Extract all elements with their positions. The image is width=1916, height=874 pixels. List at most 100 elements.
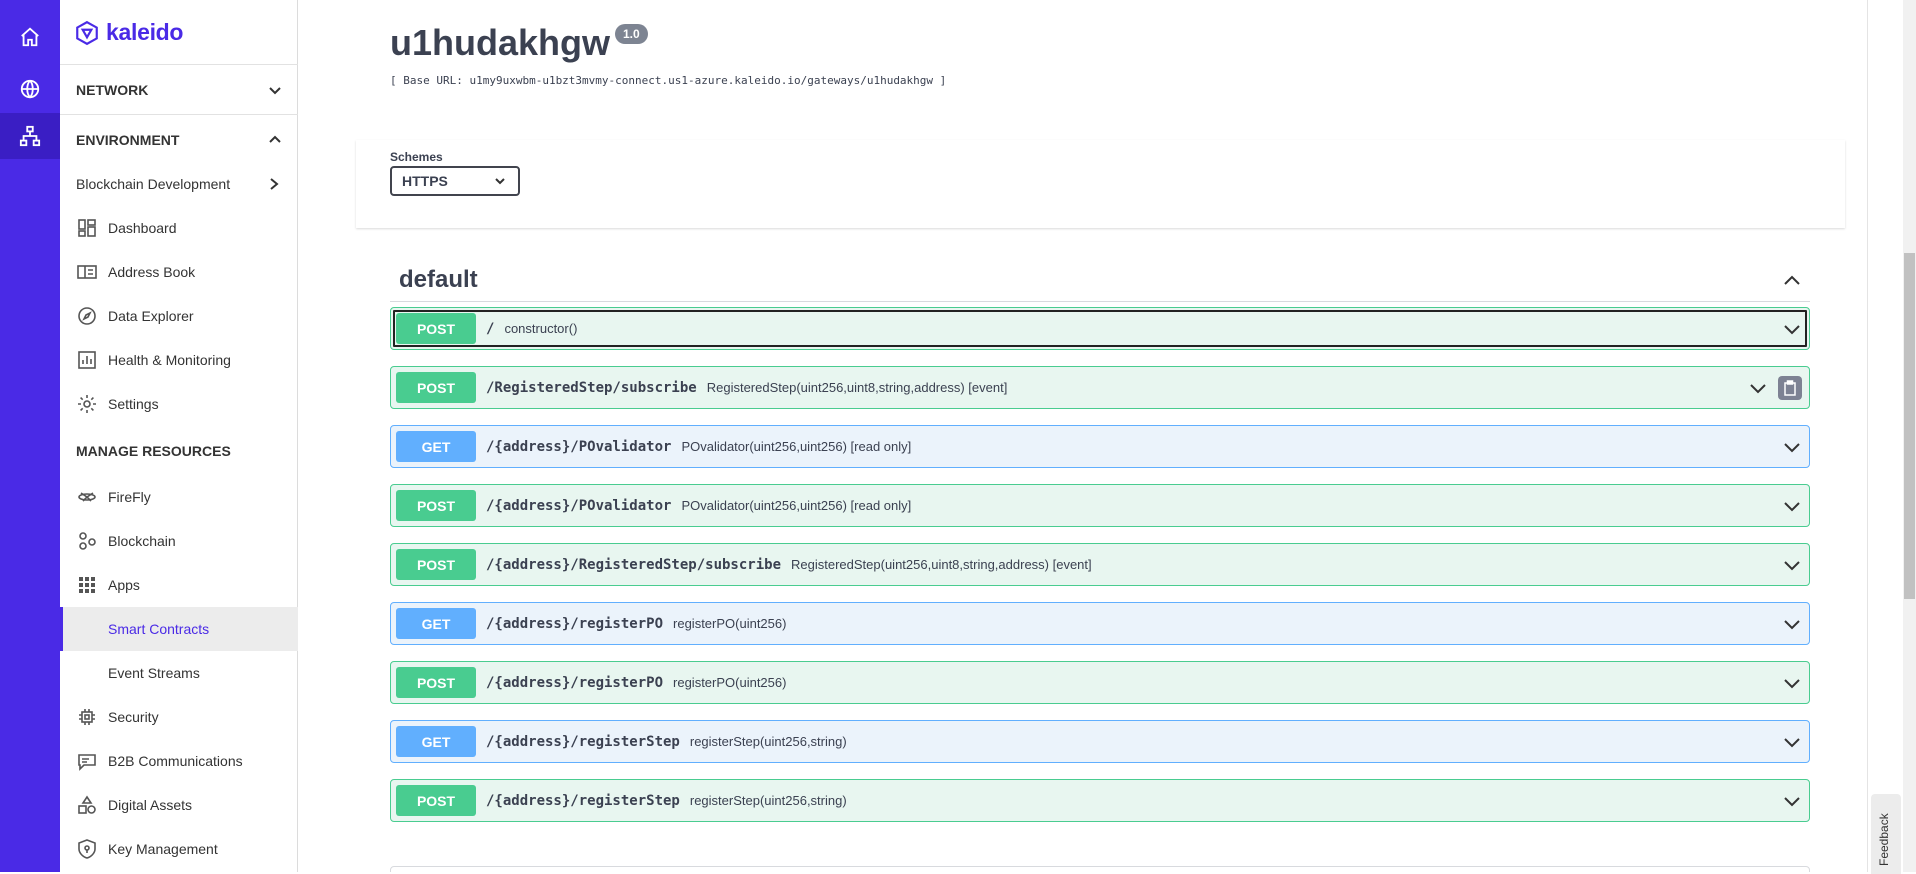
- schemes-label: Schemes: [390, 150, 443, 164]
- chevron-down-icon[interactable]: [1782, 673, 1802, 693]
- operation-summary: registerPO(uint256): [673, 675, 787, 690]
- chevron-down-icon[interactable]: [1782, 555, 1802, 575]
- chevron-down-icon[interactable]: [1782, 791, 1802, 811]
- base-url: [ Base URL: u1my9uxwbm-u1bzt3mvmy-connec…: [390, 74, 947, 87]
- sidebar-item-apps[interactable]: Apps: [60, 563, 298, 607]
- network-section-toggle[interactable]: NETWORK: [60, 64, 298, 114]
- operation-post-registerstep[interactable]: POST /{address}/registerStep registerSte…: [390, 779, 1810, 822]
- operation-post-constructor[interactable]: POST / constructor(): [390, 307, 1810, 350]
- operation-path: /{address}/POvalidator: [486, 497, 672, 514]
- operation-get-povalidator[interactable]: GET /{address}/POvalidator POvalidator(u…: [390, 425, 1810, 468]
- clipboard-icon: [1784, 379, 1796, 396]
- sidebar-item-label: Settings: [108, 396, 159, 412]
- operation-summary: POvalidator(uint256,uint256) [read only]: [681, 498, 912, 513]
- sidebar-item-security[interactable]: Security: [60, 695, 298, 739]
- home-icon: [21, 27, 39, 47]
- sidebar-item-key-management[interactable]: Key Management: [60, 827, 298, 871]
- operation-summary: constructor(): [504, 321, 578, 336]
- operation-path: /{address}/RegisteredStep/subscribe: [486, 556, 782, 573]
- sidebar-item-digital-assets[interactable]: Digital Assets: [60, 783, 298, 827]
- operation-post-registeredstep-subscribe[interactable]: POST /RegisteredStep/subscribe Registere…: [390, 366, 1810, 409]
- feedback-button[interactable]: Feedback: [1871, 794, 1901, 874]
- method-badge: GET: [396, 726, 476, 757]
- kaleido-logo[interactable]: kaleido: [74, 19, 183, 46]
- sidebar-item-b2b-communications[interactable]: B2B Communications: [60, 739, 298, 783]
- gear-icon: [76, 393, 98, 415]
- method-badge: GET: [396, 608, 476, 639]
- sidebar-item-label: Key Management: [108, 841, 218, 857]
- method-badge: POST: [396, 549, 476, 580]
- sidebar-item-label: Apps: [108, 577, 140, 593]
- default-section-toggle[interactable]: default: [390, 258, 1810, 302]
- network-icon: [19, 125, 41, 147]
- chevron-down-icon[interactable]: [1782, 319, 1802, 339]
- operation-post-povalidator[interactable]: POST /{address}/POvalidator POvalidator(…: [390, 484, 1810, 527]
- sidebar: kaleido NETWORK ENVIRONMENT Blockchain D…: [60, 0, 298, 872]
- chip-icon: [76, 706, 98, 728]
- sidebar-item-label: Event Streams: [108, 665, 200, 681]
- chevron-right-icon: [270, 178, 279, 190]
- operation-path: /{address}/POvalidator: [486, 438, 672, 455]
- address-book-icon: [76, 261, 98, 283]
- schemes-select[interactable]: HTTPS: [390, 166, 520, 196]
- operation-summary: registerPO(uint256): [673, 616, 787, 631]
- operation-path: /{address}/registerPO: [486, 615, 664, 632]
- operation-summary: registerStep(uint256,string): [689, 734, 847, 749]
- chevron-down-icon[interactable]: [1782, 732, 1802, 752]
- blockchain-icon: [76, 530, 98, 552]
- sidebar-item-label: Health & Monitoring: [108, 352, 231, 368]
- shield-key-icon: [76, 838, 98, 860]
- feedback-label: Feedback: [1877, 813, 1891, 866]
- sidebar-item-settings[interactable]: Settings: [60, 382, 298, 426]
- chevron-down-icon: [495, 178, 505, 185]
- chevron-down-icon[interactable]: [1782, 614, 1802, 634]
- operation-path: /: [486, 320, 495, 337]
- compass-icon: [76, 305, 98, 327]
- sidebar-item-blockchain-development[interactable]: Blockchain Development: [60, 162, 298, 206]
- sidebar-item-label: Digital Assets: [108, 797, 193, 813]
- operation-get-registerpo[interactable]: GET /{address}/registerPO registerPO(uin…: [390, 602, 1810, 645]
- icon-rail: [0, 0, 60, 872]
- sidebar-item-blockchain[interactable]: Blockchain: [60, 519, 298, 563]
- environment-section-toggle[interactable]: ENVIRONMENT: [60, 114, 298, 164]
- network-button[interactable]: [0, 113, 60, 159]
- sidebar-item-label: Blockchain: [108, 533, 176, 549]
- method-badge: POST: [396, 313, 476, 344]
- sidebar-item-label: Smart Contracts: [108, 621, 210, 637]
- version-badge: 1.0: [615, 24, 648, 44]
- sidebar-item-label: Blockchain Development: [76, 176, 231, 192]
- sidebar-item-firefly[interactable]: FireFly: [60, 475, 298, 519]
- sidebar-item-label: B2B Communications: [108, 753, 243, 769]
- home-button[interactable]: [0, 14, 60, 60]
- method-badge: POST: [396, 372, 476, 403]
- operation-partial[interactable]: [390, 866, 1810, 872]
- operation-post-registerpo[interactable]: POST /{address}/registerPO registerPO(ui…: [390, 661, 1810, 704]
- sidebar-item-smart-contracts[interactable]: Smart Contracts: [60, 607, 298, 651]
- sidebar-item-health-monitoring[interactable]: Health & Monitoring: [60, 338, 298, 382]
- sidebar-item-label: FireFly: [108, 489, 151, 505]
- schemes-container: [356, 140, 1845, 228]
- swagger-main: u1hudakhgw 1.0 [ Base URL: u1my9uxwbm-u1…: [331, 0, 1867, 872]
- copy-to-clipboard-button[interactable]: [1778, 375, 1802, 400]
- sidebar-item-event-streams[interactable]: Event Streams: [60, 651, 298, 695]
- api-title: u1hudakhgw: [390, 22, 611, 63]
- operation-summary: RegisteredStep(uint256,uint8,string,addr…: [791, 557, 1092, 572]
- operation-get-registerstep[interactable]: GET /{address}/registerStep registerStep…: [390, 720, 1810, 763]
- sidebar-item-dashboard[interactable]: Dashboard: [60, 206, 298, 250]
- scrollbar-thumb[interactable]: [1904, 253, 1915, 599]
- operation-post-address-registeredstep-subscribe[interactable]: POST /{address}/RegisteredStep/subscribe…: [390, 543, 1810, 586]
- chevron-down-icon[interactable]: [1782, 437, 1802, 457]
- schemes-select-value: HTTPS: [402, 173, 448, 189]
- sidebar-item-label: Dashboard: [108, 220, 177, 236]
- chevron-down-icon[interactable]: [1748, 378, 1768, 398]
- globe-button[interactable]: [0, 66, 60, 112]
- operation-summary: RegisteredStep(uint256,uint8,string,addr…: [706, 380, 1008, 395]
- sidebar-item-data-explorer[interactable]: Data Explorer: [60, 294, 298, 338]
- operation-path: /RegisteredStep/subscribe: [486, 379, 697, 396]
- sidebar-item-address-book[interactable]: Address Book: [60, 250, 298, 294]
- chevron-down-icon[interactable]: [1782, 496, 1802, 516]
- operation-path: /{address}/registerPO: [486, 674, 664, 691]
- sidebar-item-label: Address Book: [108, 264, 196, 280]
- logo-text: kaleido: [106, 19, 184, 45]
- apps-grid-icon: [76, 574, 98, 596]
